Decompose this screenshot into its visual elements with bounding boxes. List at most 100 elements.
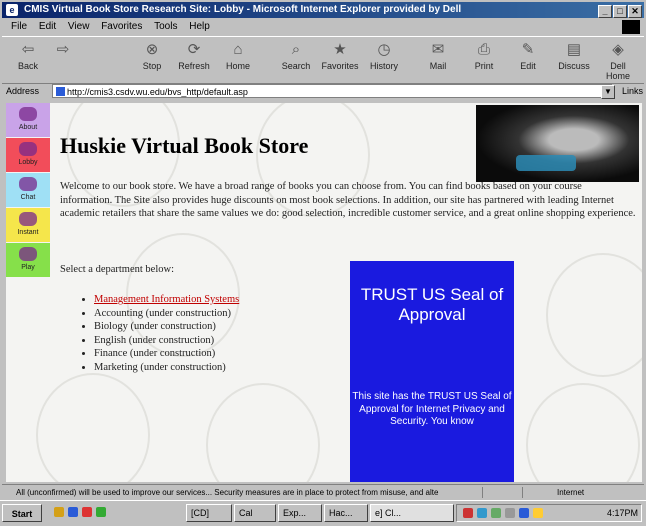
history-button[interactable]: ◷ History bbox=[364, 41, 404, 71]
discuss-icon: ▤ bbox=[566, 41, 582, 58]
menu-file[interactable]: File bbox=[11, 19, 27, 35]
logo-image bbox=[516, 155, 576, 171]
mail-button[interactable]: ✉ Mail bbox=[418, 41, 458, 71]
home-button[interactable]: ⌂ Home bbox=[218, 41, 258, 71]
quicklaunch-icon[interactable] bbox=[96, 507, 106, 517]
taskbar-item-active[interactable]: e] Cl... bbox=[370, 504, 454, 522]
favorites-button[interactable]: ★ Favorites bbox=[320, 41, 360, 71]
close-button[interactable]: ✕ bbox=[628, 5, 642, 18]
welcome-text: Welcome to our book store. We have a bro… bbox=[60, 181, 636, 219]
maximize-button[interactable]: □ bbox=[613, 5, 627, 18]
status-divider bbox=[482, 487, 483, 498]
nav-lobby-icon bbox=[19, 142, 37, 156]
dell-home-button[interactable]: ◈ Dell Home bbox=[598, 41, 638, 81]
favorites-icon: ★ bbox=[333, 41, 347, 58]
page-content: About Lobby Chat Instant Play Huskie Virtual… bbox=[6, 103, 642, 482]
address-dropdown-button[interactable]: ▼ bbox=[601, 85, 615, 99]
status-text: All (unconfirmed) will be used to improv… bbox=[16, 488, 439, 497]
quicklaunch-icon[interactable] bbox=[54, 507, 64, 517]
tray-icon[interactable] bbox=[463, 508, 473, 518]
trust-heading: TRUST US Seal of Approval bbox=[360, 285, 504, 324]
status-divider bbox=[522, 487, 523, 498]
taskbar-item[interactable]: Cal bbox=[234, 504, 276, 522]
nav-label: About bbox=[18, 124, 38, 131]
search-icon: ⌕ bbox=[291, 41, 301, 58]
refresh-button[interactable]: ⟳ Refresh bbox=[174, 41, 214, 71]
list-item: Marketing (under construction) bbox=[94, 361, 239, 375]
nav-button-chat[interactable]: Chat bbox=[6, 173, 50, 207]
department-link-mis[interactable]: Management Information Systems bbox=[94, 294, 239, 305]
nav-button-lobby[interactable]: Lobby bbox=[6, 138, 50, 172]
tray-icon[interactable] bbox=[519, 508, 529, 518]
tray-icon[interactable] bbox=[491, 508, 501, 518]
ie-logo-icon: e bbox=[6, 4, 18, 16]
links-button[interactable]: Links bbox=[622, 86, 643, 96]
search-button[interactable]: ⌕ Search bbox=[276, 41, 316, 71]
list-item: Management Information Systems bbox=[94, 293, 239, 307]
print-icon: ⎙ bbox=[477, 41, 490, 58]
husky-image bbox=[476, 105, 639, 182]
nav-button-play[interactable]: Play bbox=[6, 243, 50, 277]
nav-button-about[interactable]: About bbox=[6, 103, 50, 137]
list-item: English (under construction) bbox=[94, 334, 239, 348]
edit-button[interactable]: ✎ Edit bbox=[508, 41, 548, 71]
nav-label: Play bbox=[21, 264, 35, 271]
trust-seal-banner[interactable]: TRUST US Seal of Approval This site has … bbox=[350, 261, 514, 482]
discuss-button[interactable]: ▤ Discuss bbox=[554, 41, 594, 71]
tray-icon[interactable] bbox=[505, 508, 515, 518]
watermark bbox=[36, 373, 150, 482]
nav-label: Chat bbox=[20, 194, 36, 201]
internet-zone: Internet bbox=[557, 488, 585, 497]
ie-quicklaunch-icon[interactable] bbox=[68, 507, 78, 517]
refresh-icon: ⟳ bbox=[187, 41, 201, 58]
forward-button[interactable]: ⇨ bbox=[48, 41, 78, 61]
address-input[interactable]: http://cmis3.csdv.wu.edu/bvs_http/defaul… bbox=[52, 84, 612, 98]
menu-favorites[interactable]: Favorites bbox=[101, 19, 142, 35]
watermark bbox=[206, 383, 320, 482]
status-bar: All (unconfirmed) will be used to improv… bbox=[2, 484, 644, 500]
toolbar: ⇦ Back ⇨ ⊗ Stop ⟳ Refresh ⌂ Home ⌕ Search ★ Fa… bbox=[2, 36, 644, 84]
nav-chat-icon bbox=[19, 177, 37, 191]
taskbar-item[interactable]: [CD] bbox=[186, 504, 232, 522]
print-button[interactable]: ⎙ Print bbox=[464, 41, 504, 71]
quicklaunch-icon[interactable] bbox=[82, 507, 92, 517]
mail-icon: ✉ bbox=[431, 41, 445, 58]
taskbar-item[interactable]: Hac... bbox=[324, 504, 368, 522]
menu-view[interactable]: View bbox=[68, 19, 90, 35]
minimize-button[interactable]: _ bbox=[598, 5, 612, 18]
list-item: Finance (under construction) bbox=[94, 347, 239, 361]
side-nav: About Lobby Chat Instant Play bbox=[6, 103, 50, 278]
menu-edit[interactable]: Edit bbox=[39, 19, 56, 35]
list-item: Accounting (under construction) bbox=[94, 307, 239, 321]
watermark bbox=[526, 383, 640, 482]
stop-icon: ⊗ bbox=[145, 41, 159, 58]
menu-bar: File Edit View Favorites Tools Help bbox=[2, 19, 644, 35]
address-bar: Address http://cmis3.csdv.wu.edu/bvs_htt… bbox=[2, 83, 644, 101]
menu-help[interactable]: Help bbox=[189, 19, 210, 35]
tray-icon[interactable] bbox=[477, 508, 487, 518]
history-icon: ◷ bbox=[377, 41, 391, 58]
back-button[interactable]: ⇦ Back bbox=[8, 41, 48, 71]
nav-instant-icon bbox=[19, 212, 37, 226]
page-icon bbox=[56, 87, 65, 96]
nav-label: Lobby bbox=[18, 159, 38, 166]
list-item: Biology (under construction) bbox=[94, 320, 239, 334]
start-button[interactable]: Start bbox=[2, 504, 42, 522]
menu-tools[interactable]: Tools bbox=[154, 19, 177, 35]
address-label: Address bbox=[6, 86, 40, 96]
nav-about-icon bbox=[19, 107, 37, 121]
windows-logo-icon bbox=[622, 20, 640, 34]
clock: 4:17PM bbox=[606, 508, 638, 518]
nav-button-instant[interactable]: Instant bbox=[6, 208, 50, 242]
forward-arrow-icon: ⇨ bbox=[56, 41, 70, 58]
system-tray: 4:17PM bbox=[456, 504, 642, 522]
trust-body: This site has the TRUST US Seal of Appro… bbox=[352, 391, 512, 427]
page-title: Huskie Virtual Book Store bbox=[60, 133, 309, 158]
tray-icon[interactable] bbox=[533, 508, 543, 518]
taskbar-item[interactable]: Exp... bbox=[278, 504, 322, 522]
stop-button[interactable]: ⊗ Stop bbox=[132, 41, 172, 71]
edit-icon: ✎ bbox=[521, 41, 535, 58]
department-list: Management Information Systems Accountin… bbox=[80, 293, 239, 374]
select-department-prompt: Select a department below: bbox=[60, 264, 174, 275]
nav-play-icon bbox=[19, 247, 37, 261]
